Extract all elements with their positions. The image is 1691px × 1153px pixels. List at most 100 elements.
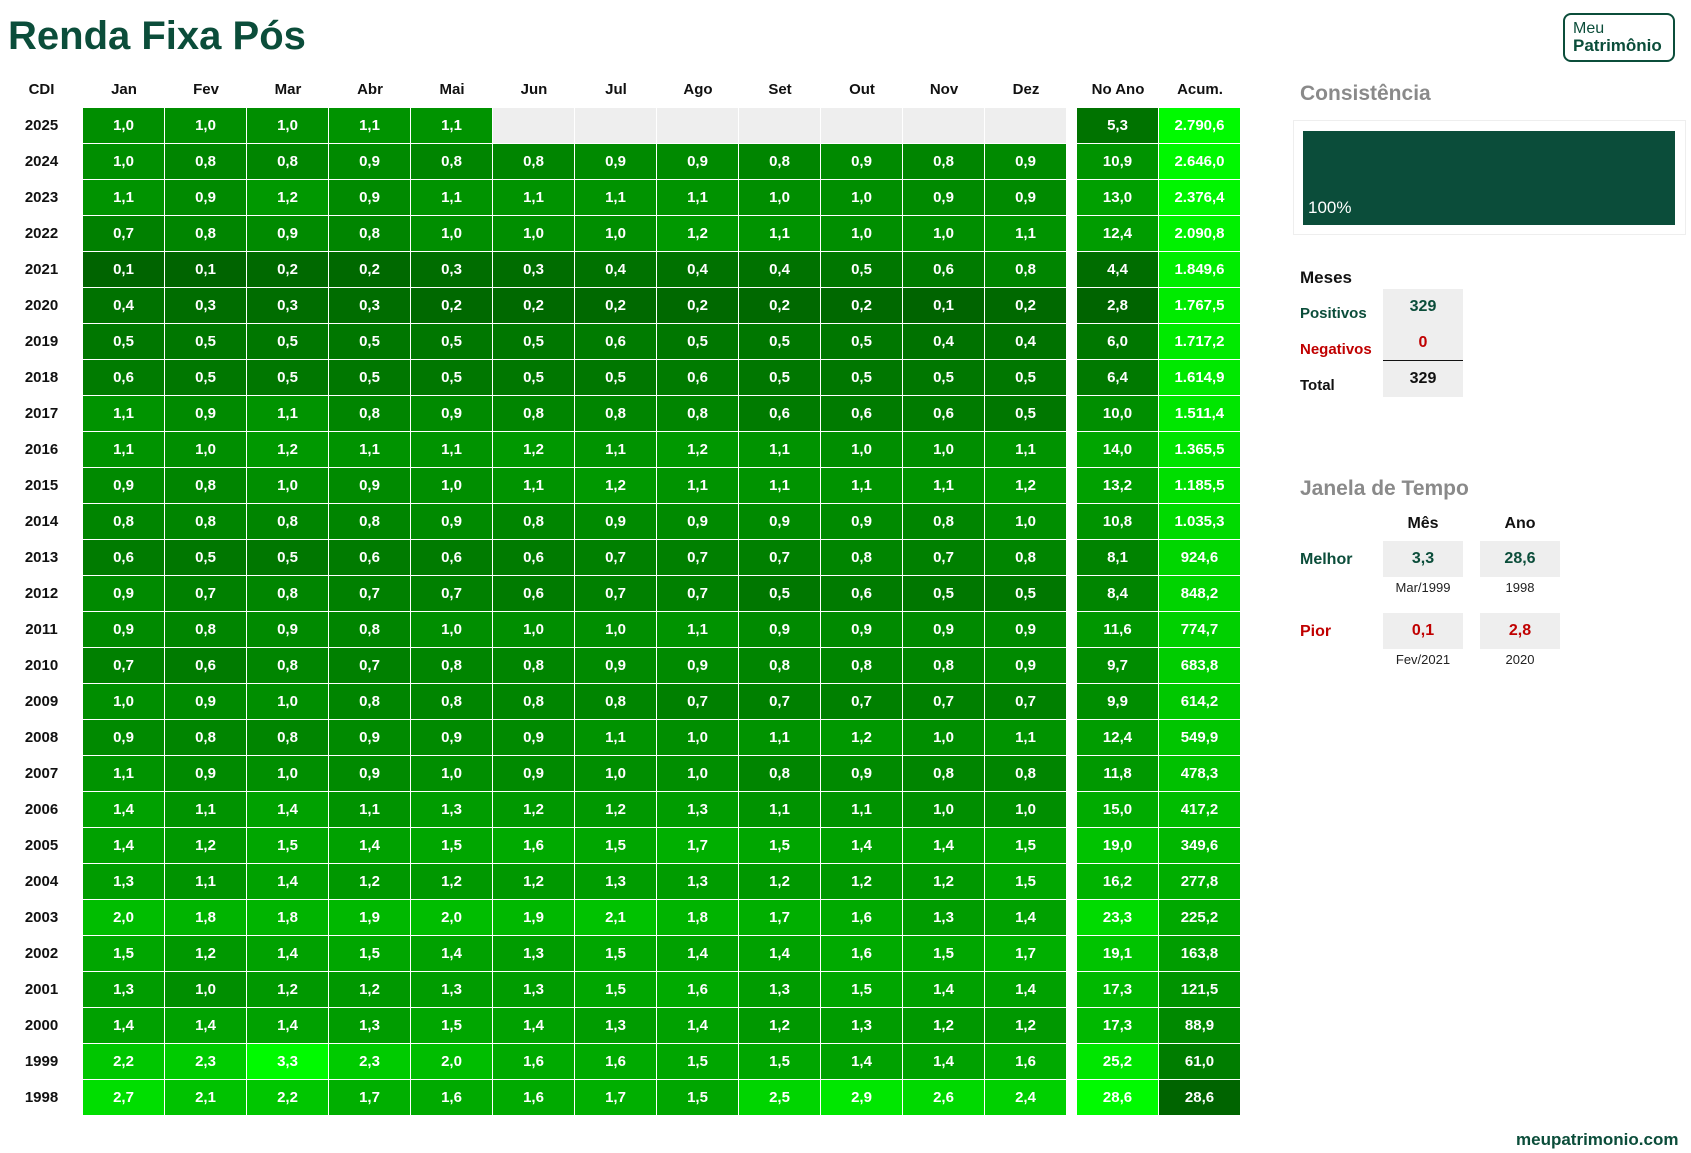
month-cell: 0,7	[329, 648, 411, 684]
month-cell: 1,2	[657, 432, 739, 468]
month-cell: 0,9	[493, 720, 575, 756]
month-cell: 1,3	[575, 864, 657, 900]
month-cell: 1,5	[985, 828, 1067, 864]
accumulated-cell: 1.849,6	[1159, 252, 1241, 288]
month-cell: 0,5	[165, 360, 247, 396]
year-total-cell: 23,3	[1077, 900, 1159, 936]
year-total-cell: 6,4	[1077, 360, 1159, 396]
month-cell: 0,9	[575, 504, 657, 540]
month-cell: 1,6	[821, 936, 903, 972]
month-cell: 1,5	[575, 936, 657, 972]
month-cell: 0,8	[739, 648, 821, 684]
month-cell: 1,6	[493, 1044, 575, 1080]
col-mes-header: Mês	[1407, 515, 1439, 532]
month-cell: 0,7	[657, 576, 739, 612]
month-cell: 1,5	[83, 936, 165, 972]
month-cell: 0,5	[165, 324, 247, 360]
month-cell: 1,1	[165, 792, 247, 828]
corner-header: CDI	[28, 81, 55, 98]
month-cell: 1,7	[329, 1080, 411, 1116]
month-cell: 0,2	[575, 288, 657, 324]
month-cell: 0,6	[575, 324, 657, 360]
month-cell: 0,4	[575, 252, 657, 288]
positivos-value: 329	[1383, 289, 1463, 325]
pior-ano-value: 2,8	[1480, 613, 1560, 649]
year-total-cell: 17,3	[1077, 1008, 1159, 1044]
year-label: 2025	[24, 117, 59, 134]
month-cell: 0,4	[657, 252, 739, 288]
accumulated-cell: 924,6	[1159, 540, 1241, 576]
month-cell: 1,2	[329, 972, 411, 1008]
month-cell: 2,3	[329, 1044, 411, 1080]
month-header-out: Out	[849, 81, 875, 98]
month-cell: 1,2	[493, 792, 575, 828]
accumulated-cell: 774,7	[1159, 612, 1241, 648]
month-cell: 0,3	[165, 288, 247, 324]
month-cell: 0,1	[903, 288, 985, 324]
month-cell: 0,8	[821, 648, 903, 684]
accumulated-cell: 1.365,5	[1159, 432, 1241, 468]
month-cell: 1,3	[83, 972, 165, 1008]
month-cell: 0,8	[493, 684, 575, 720]
month-cell: 1,1	[821, 468, 903, 504]
year-total-cell: 11,8	[1077, 756, 1159, 792]
month-cell: 0,5	[83, 324, 165, 360]
month-cell: 1,1	[575, 432, 657, 468]
month-cell: 0,4	[739, 252, 821, 288]
month-cell: 1,4	[247, 1008, 329, 1044]
month-cell: 1,0	[247, 468, 329, 504]
year-label: 1999	[24, 1053, 59, 1070]
month-cell: 1,0	[247, 108, 329, 144]
month-cell: 1,2	[903, 864, 985, 900]
melhor-mes-date: Mar/1999	[1395, 580, 1451, 595]
month-cell: 0,8	[903, 756, 985, 792]
month-cell: 0,7	[575, 540, 657, 576]
meu-patrimonio-logo[interactable]: Meu Patrimônio	[1563, 13, 1675, 62]
month-cell: 0,9	[329, 144, 411, 180]
month-cell: 0,2	[411, 288, 493, 324]
month-cell: 1,0	[903, 720, 985, 756]
month-cell: 1,1	[657, 612, 739, 648]
month-cell: 0,8	[329, 684, 411, 720]
month-cell: 1,3	[83, 864, 165, 900]
month-cell: 1,0	[493, 216, 575, 252]
page-title: Renda Fixa Pós	[8, 14, 306, 58]
month-cell: 1,7	[575, 1080, 657, 1116]
month-cell: 0,2	[821, 288, 903, 324]
month-cell: 2,0	[411, 900, 493, 936]
year-label: 2018	[24, 369, 59, 386]
melhor-ano-date: 1998	[1505, 580, 1535, 595]
month-cell: 0,8	[165, 504, 247, 540]
month-cell: 1,4	[83, 1008, 165, 1044]
month-cell: 1,4	[903, 828, 985, 864]
month-cell: 1,4	[165, 1008, 247, 1044]
year-total-cell: 10,9	[1077, 144, 1159, 180]
month-header-nov: Nov	[929, 81, 959, 98]
month-cell: 1,5	[739, 828, 821, 864]
month-cell: 0,8	[165, 144, 247, 180]
month-cell: 1,6	[493, 828, 575, 864]
month-cell: 1,4	[247, 936, 329, 972]
month-cell: 1,4	[493, 1008, 575, 1044]
month-cell: 2,9	[821, 1080, 903, 1116]
year-total-cell: 4,4	[1077, 252, 1159, 288]
month-cell: 2,6	[903, 1080, 985, 1116]
month-cell: 0,7	[83, 648, 165, 684]
month-cell: 0,6	[83, 540, 165, 576]
year-label: 2013	[24, 549, 59, 566]
month-cell: 0,9	[83, 612, 165, 648]
year-label: 2011	[25, 621, 58, 638]
month-cell: 1,0	[247, 756, 329, 792]
month-cell: 0,7	[657, 540, 739, 576]
month-cell: 0,8	[985, 540, 1067, 576]
footer-link[interactable]: meupatrimonio.com	[1516, 1130, 1678, 1150]
month-cell: 0,1	[83, 252, 165, 288]
month-cell: 1,0	[657, 720, 739, 756]
year-total-cell: 13,2	[1077, 468, 1159, 504]
month-cell: 0,8	[165, 612, 247, 648]
month-cell: 1,0	[903, 792, 985, 828]
month-cell: 0,9	[657, 648, 739, 684]
logo-line-2: Patrimônio	[1573, 36, 1662, 55]
month-cell	[493, 108, 575, 144]
year-total-cell: 16,2	[1077, 864, 1159, 900]
